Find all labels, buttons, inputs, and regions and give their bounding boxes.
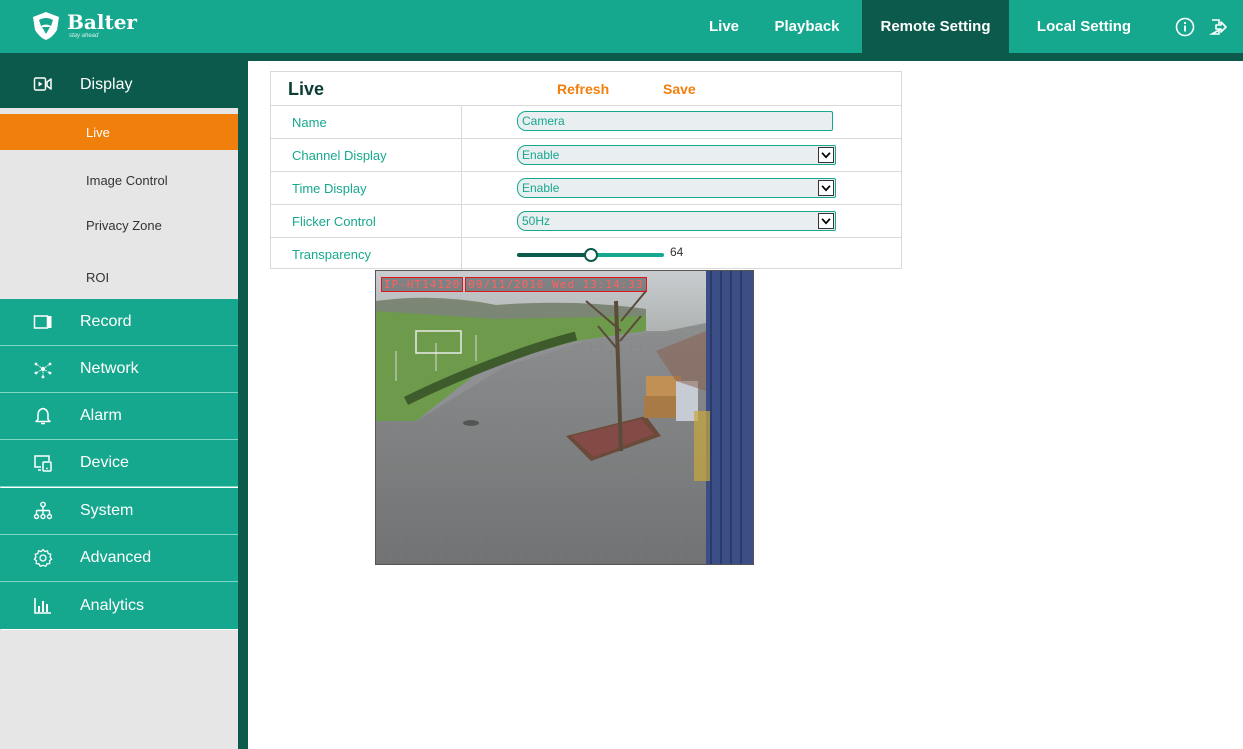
sidebar-item-label: Advanced	[80, 549, 152, 566]
chevron-down-icon[interactable]	[818, 147, 834, 163]
name-label: Name	[292, 115, 327, 130]
sidebar-item-system[interactable]: System	[0, 488, 238, 535]
channel-display-value: Enable	[522, 148, 560, 162]
flicker-control-value: 50Hz	[522, 214, 551, 228]
name-field[interactable]: Camera	[517, 111, 833, 131]
row-separator	[461, 139, 462, 171]
settings-row-transparency: Transparency 64	[271, 237, 901, 270]
sidebar-item-label: Display	[80, 75, 133, 93]
osd-datetime: 09/11/2016 Wed 13:14:33	[465, 277, 647, 292]
sidebar-item-alarm[interactable]: Alarm	[0, 393, 238, 440]
sidebar-item-label: System	[80, 502, 134, 519]
record-icon	[33, 315, 52, 329]
nav-playback[interactable]: Playback	[758, 0, 856, 53]
analytics-icon	[34, 598, 51, 614]
shield-logo-icon	[33, 12, 59, 40]
transparency-slider-handle[interactable]	[584, 248, 598, 262]
row-separator	[461, 172, 462, 204]
channel-display-label: Channel Display	[292, 148, 387, 163]
settings-row-time-display: Time Display Enable	[271, 171, 901, 204]
settings-row-name: Name Camera	[271, 105, 901, 138]
sidebar-item-label: Record	[80, 313, 132, 330]
network-icon	[34, 362, 52, 379]
settings-row-flicker-control: Flicker Control 50Hz	[271, 204, 901, 237]
row-separator	[461, 238, 462, 270]
submenu-item-roi[interactable]: ROI	[0, 255, 238, 300]
submenu-item-privacy-zone[interactable]: Privacy Zone	[0, 203, 238, 248]
time-display-label: Time Display	[292, 181, 367, 196]
brand-logo: Balter stay ahead	[30, 6, 137, 46]
sidebar-item-display[interactable]: Display	[0, 61, 238, 108]
transparency-value: 64	[670, 245, 684, 259]
top-bar-stripe	[0, 53, 1243, 61]
sidebar-item-analytics[interactable]: Analytics	[0, 582, 238, 629]
gear-icon	[33, 548, 53, 567]
bell-icon	[35, 407, 51, 425]
submenu-item-live[interactable]: Live	[0, 114, 238, 150]
channel-display-select[interactable]: Enable	[517, 145, 836, 165]
nav-live[interactable]: Live	[693, 0, 755, 53]
system-icon	[33, 501, 53, 520]
row-separator	[461, 106, 462, 138]
flicker-control-label: Flicker Control	[292, 214, 376, 229]
camera-preview: IP-HT14120 09/11/2016 Wed 13:14:33	[375, 270, 754, 565]
nav-local-setting[interactable]: Local Setting	[1014, 0, 1154, 53]
time-display-select[interactable]: Enable	[517, 178, 836, 198]
camera-scene-image	[376, 271, 753, 564]
time-display-value: Enable	[522, 181, 560, 195]
panel-title: Live	[288, 79, 325, 99]
live-settings-panel: Live Refresh Save Name Camera Channel Di…	[270, 71, 902, 270]
sidebar-item-record[interactable]: Record	[0, 299, 238, 346]
sidebar-item-network[interactable]: Network	[0, 346, 238, 393]
brand-tagline: stay ahead	[69, 33, 99, 39]
camera-osd-overlay: IP-HT14120 09/11/2016 Wed 13:14:33	[381, 276, 649, 293]
refresh-button[interactable]: Refresh	[557, 81, 609, 97]
sidebar-item-label: Alarm	[80, 407, 122, 424]
transparency-label: Transparency	[292, 247, 371, 262]
sidebar-edge	[238, 61, 248, 749]
nav-remote-setting[interactable]: Remote Setting	[862, 0, 1009, 53]
display-icon	[33, 77, 52, 91]
settings-row-channel-display: Channel Display Enable	[271, 138, 901, 171]
sidebar-item-label: Network	[80, 360, 139, 377]
sidebar-item-label: Analytics	[80, 596, 145, 614]
logout-icon[interactable]	[1208, 17, 1228, 37]
transparency-slider-fill[interactable]	[517, 253, 590, 257]
chevron-down-icon[interactable]	[818, 213, 834, 229]
sidebar-empty-area	[0, 630, 238, 749]
row-separator	[461, 205, 462, 237]
device-icon	[34, 455, 52, 472]
sidebar-item-device[interactable]: Device	[0, 440, 238, 487]
save-button[interactable]: Save	[663, 81, 696, 97]
sidebar-item-advanced[interactable]: Advanced	[0, 535, 238, 582]
flicker-control-select[interactable]: 50Hz	[517, 211, 836, 231]
info-icon[interactable]	[1175, 17, 1195, 37]
brand-name: Balter	[67, 10, 137, 34]
osd-camera-name: IP-HT14120	[381, 277, 464, 292]
chevron-down-icon[interactable]	[818, 180, 834, 196]
submenu-item-image-control[interactable]: Image Control	[0, 158, 238, 203]
sidebar-item-label: Device	[80, 454, 129, 471]
transparency-slider-track[interactable]	[596, 253, 664, 257]
